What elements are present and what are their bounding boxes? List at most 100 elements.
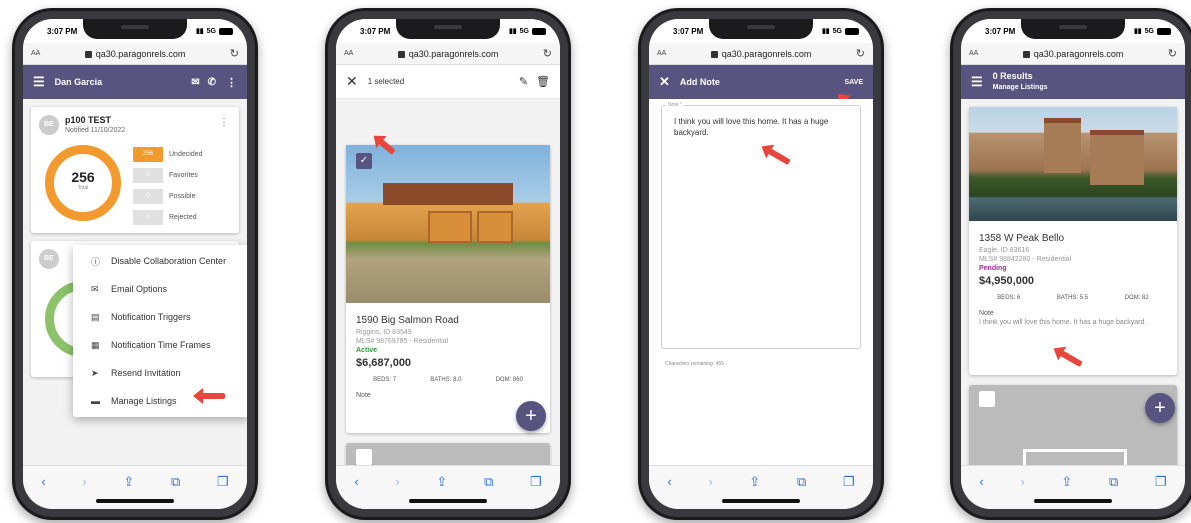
photo-tower [1089, 129, 1144, 185]
note-field[interactable]: Note * I think you will love this home. … [661, 102, 861, 349]
total-value: 256 [71, 169, 95, 185]
note-label: Note [979, 310, 994, 317]
share-icon[interactable]: ⇪ [1061, 474, 1072, 490]
browser-url-bar[interactable]: AA qa30.paragonrels.com ↻ [649, 43, 873, 65]
reload-icon[interactable]: ↻ [543, 47, 552, 60]
bookmarks-icon[interactable]: ⧉ [484, 474, 493, 490]
listing-card[interactable]: 1358 W Peak Bello Eagle, ID 83616 MLS# 9… [969, 107, 1177, 375]
phone-4-screen: 3:07 PM ▮▮ 5G AA qa30.paragonrels.com ↻ ☰… [961, 19, 1185, 509]
dialog-title: Add Note [679, 77, 720, 87]
lock-icon [84, 50, 92, 58]
listing-card-2[interactable] [346, 443, 550, 465]
reload-icon[interactable]: ↻ [1168, 47, 1177, 60]
signal-icon: ▮▮ [1133, 28, 1142, 35]
battery-icon [845, 27, 859, 35]
reload-icon[interactable]: ↻ [230, 47, 239, 60]
count-badge[interactable]: 0 [133, 168, 163, 183]
bookmarks-icon[interactable]: ⧉ [1109, 474, 1118, 490]
photo-garage [476, 211, 514, 243]
share-icon[interactable]: ⇪ [123, 474, 134, 490]
page-subtitle: Manage Listings [992, 84, 1048, 91]
browser-url-bar[interactable]: AA qa30.paragonrels.com ↻ [336, 43, 560, 65]
tabs-icon[interactable]: ❐ [530, 474, 542, 490]
add-fab-button[interactable]: + [516, 401, 546, 431]
menu-item-resend-invitation[interactable]: ➤ Resend Invitation [73, 359, 247, 387]
context-menu: ⓘ Disable Collaboration Center ✉ Email Opt… [73, 245, 247, 417]
tabs-icon[interactable]: ❐ [217, 474, 229, 490]
save-button[interactable]: SAVE [844, 79, 863, 86]
selection-checkbox[interactable] [979, 391, 995, 407]
listing-card[interactable]: ✓ 1590 Big Salmon Road Riggins, ID 83549… [346, 137, 550, 433]
back-icon[interactable]: ‹ [667, 474, 671, 489]
network-label: 5G [1144, 27, 1154, 35]
clock: 3:07 PM [985, 26, 1016, 36]
reader-mode-button[interactable]: AA [657, 50, 666, 57]
card-more-icon[interactable]: ⋮ [219, 117, 229, 128]
count-badge[interactable]: 0 [133, 210, 163, 225]
count-badge[interactable]: 256 [133, 147, 163, 162]
listing-details: 1590 Big Salmon Road Riggins, ID 83549 M… [346, 303, 550, 399]
back-icon[interactable]: ‹ [979, 474, 983, 489]
tabs-icon[interactable]: ❐ [1155, 474, 1167, 490]
back-icon[interactable]: ‹ [354, 474, 358, 489]
listing-card-2[interactable] [969, 385, 1177, 465]
reader-mode-button[interactable]: AA [344, 50, 353, 57]
back-icon[interactable]: ‹ [41, 474, 45, 489]
forward-icon[interactable]: › [82, 474, 86, 489]
menu-item-notification-time-frames[interactable]: ▦ Notification Time Frames [73, 331, 247, 359]
hamburger-menu-icon[interactable]: ☰ [33, 74, 45, 90]
chars-remaining: Characters remaining: 455 [665, 361, 724, 367]
menu-item-disable-collaboration[interactable]: ⓘ Disable Collaboration Center [73, 247, 247, 275]
menu-item-email-options[interactable]: ✉ Email Options [73, 275, 247, 303]
forward-icon[interactable]: › [395, 474, 399, 489]
url-display[interactable]: qa30.paragonrels.com [84, 49, 185, 59]
listing-address: 1358 W Peak Bello [979, 233, 1065, 244]
url-display[interactable]: qa30.paragonrels.com [710, 49, 811, 59]
edit-note-icon[interactable]: ✎ [519, 75, 528, 88]
add-fab-button[interactable]: + [1145, 393, 1175, 423]
close-icon[interactable]: ✕ [659, 74, 670, 90]
share-icon[interactable]: ⇪ [436, 474, 447, 490]
reader-mode-button[interactable]: AA [969, 50, 978, 57]
more-vert-icon[interactable]: ⋮ [226, 76, 237, 89]
bookmarks-icon[interactable]: ⧉ [171, 474, 180, 490]
browser-url-bar[interactable]: AA qa30.paragonrels.com ↻ [23, 43, 247, 65]
hamburger-menu-icon[interactable]: ☰ [971, 74, 983, 90]
url-display[interactable]: qa30.paragonrels.com [397, 49, 498, 59]
results-count: 0 Results [992, 71, 1033, 81]
lock-icon [710, 50, 718, 58]
annotation-arrow [199, 393, 225, 399]
listing-photo [346, 145, 550, 303]
photo-tower [1043, 118, 1082, 174]
signal-indicator: ▮▮ 5G [196, 27, 233, 35]
forward-icon[interactable]: › [708, 474, 712, 489]
collaboration-card[interactable]: BE p100 TEST Notified 11/10/2022 ⋮ 256 T… [31, 107, 239, 233]
selection-checkbox[interactable]: ✓ [356, 153, 372, 169]
count-label: Undecided [169, 151, 203, 158]
note-textarea[interactable]: I think you will love this home. It has … [662, 106, 860, 148]
menu-item-notification-triggers[interactable]: ▤ Notification Triggers [73, 303, 247, 331]
share-icon[interactable]: ⇪ [749, 474, 760, 490]
listing-status: Pending [979, 265, 1007, 272]
menu-item-label: Notification Time Frames [111, 340, 211, 350]
phone-icon[interactable]: ✆ [208, 77, 216, 88]
selection-checkbox[interactable] [356, 449, 372, 465]
tabs-icon[interactable]: ❐ [843, 474, 855, 490]
reader-mode-button[interactable]: AA [31, 50, 40, 57]
count-badge[interactable]: 0 [133, 189, 163, 204]
delete-icon[interactable]: 🗑 [536, 75, 550, 88]
bookmarks-icon[interactable]: ⧉ [797, 474, 806, 490]
battery-icon [1157, 27, 1171, 35]
close-icon[interactable]: ✕ [346, 73, 358, 90]
avatar: BE [39, 249, 59, 269]
avatar: BE [39, 115, 59, 135]
browser-url-bar[interactable]: AA qa30.paragonrels.com ↻ [961, 43, 1185, 65]
mail-icon[interactable]: ✉ [191, 77, 199, 88]
reload-icon[interactable]: ↻ [856, 47, 865, 60]
lock-icon [397, 50, 405, 58]
signal-indicator: ▮▮ 5G [509, 27, 546, 35]
forward-icon[interactable]: › [1020, 474, 1024, 489]
menu-item-manage-listings[interactable]: ▬ Manage Listings [73, 387, 247, 415]
phone-2: 3:07 PM ▮▮ 5G AA qa30.paragonrels.com ↻ ✕… [325, 8, 571, 520]
url-display[interactable]: qa30.paragonrels.com [1022, 49, 1123, 59]
